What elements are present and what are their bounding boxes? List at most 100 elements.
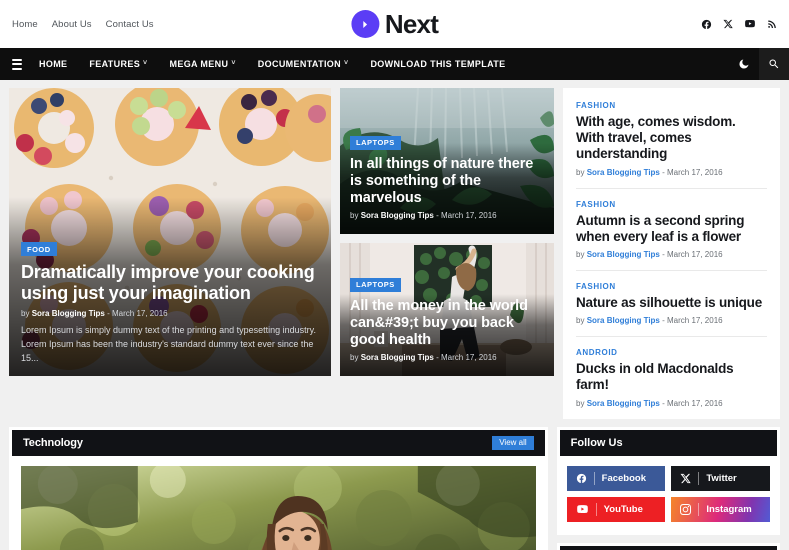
x-twitter-icon[interactable] [723,19,733,29]
featured-post-meta: by Sora Blogging Tips - March 17, 2016 [21,309,319,318]
secondary-by-label-2: by [350,353,359,362]
secondary-post-body-1: LAPTOPS In all things of nature there is… [340,124,554,234]
secondary-post-meta-2: by Sora Blogging Tips - March 17, 2016 [350,353,544,362]
moon-icon[interactable] [729,48,759,80]
secondary-meta-separator-1: - [436,211,439,220]
featured-post-card[interactable]: FOOD Dramatically improve your cooking u… [9,88,331,376]
secondary-by-label-1: by [350,211,359,220]
top-nav: Home About Us Contact Us [12,19,154,30]
post-category-4[interactable]: ANDROID [576,348,767,357]
post-title-1[interactable]: With age, comes wisdom. With travel, com… [576,114,767,163]
post-author-2[interactable]: Sora Blogging Tips [587,250,660,259]
search-icon[interactable] [759,48,789,80]
x-twitter-icon [680,473,691,484]
secondary-category-badge-2[interactable]: LAPTOPS [350,277,401,292]
post-date-2: March 17, 2016 [667,249,723,259]
nav-item-download-label: DOWNLOAD THIS TEMPLATE [370,59,506,69]
facebook-icon[interactable] [701,19,712,30]
logo-text: Next [384,9,439,39]
technology-section-header: Technology View all [12,429,545,456]
secondary-post-title-2[interactable]: All the money in the world can&#39;t buy… [350,298,544,349]
nav-item-documentation-label: DOCUMENTATION [257,59,341,69]
featured-date: March 17, 2016 [112,309,168,319]
top-nav-item-home[interactable]: Home [12,19,38,30]
post-by-label-4: by [576,398,585,408]
post-title-3[interactable]: Nature as silhouette is unique [576,295,767,311]
rss-icon[interactable] [767,19,777,29]
secondary-post-card-2[interactable]: LAPTOPS All the money in the world can&#… [340,243,554,376]
youtube-icon [576,503,589,516]
nav-item-download-this-template[interactable]: DOWNLOAD THIS TEMPLATE [359,48,516,80]
follow-us-title: Follow Us [570,436,623,449]
technology-section-title: Technology [23,436,83,449]
twitter-follow-button[interactable]: Twitter [671,465,770,491]
hamburger-menu-icon[interactable] [6,58,28,70]
list-item[interactable]: ANDROID Ducks in old Macdonalds farm! by… [576,337,767,418]
featured-post-title[interactable]: Dramatically improve your cooking using … [21,262,319,304]
youtube-follow-button[interactable]: YouTube [566,496,666,522]
nav-item-features[interactable]: FEATURES ˅ [78,48,158,80]
post-meta-4: by Sora Blogging Tips - March 17, 2016 [576,399,767,408]
list-item[interactable]: FASHION Autumn is a second spring when e… [576,189,767,271]
nav-links: HOME FEATURES ˅ MEGA MENU ˅ DOCUMENTATION ˅… [28,48,516,80]
post-category-3[interactable]: FASHION [576,282,767,291]
top-social-links [701,18,777,30]
post-category-1[interactable]: FASHION [576,101,767,110]
list-item[interactable]: FASHION With age, comes wisdom. With tra… [576,90,767,189]
view-all-button[interactable]: View all [492,435,534,450]
post-meta-separator-3: - [662,316,665,326]
instagram-button-label: Instagram [706,503,752,515]
chevron-down-icon: ˅ [143,60,148,67]
nav-item-features-label: FEATURES [89,59,141,69]
featured-category-badge[interactable]: FOOD [21,242,57,257]
featured-by-label: by [21,309,30,319]
secondary-post-meta-1: by Sora Blogging Tips - March 17, 2016 [350,211,544,220]
page-root: Home About Us Contact Us Next HOME FEATU… [0,0,789,550]
secondary-post-body-2: LAPTOPS All the money in the world can&#… [340,266,554,376]
post-category-2[interactable]: FASHION [576,200,767,209]
instagram-icon [680,503,692,515]
facebook-icon [576,473,587,484]
post-author-1[interactable]: Sora Blogging Tips [587,168,660,177]
nav-item-mega-menu-label: MEGA MENU [169,59,229,69]
featured-author[interactable]: Sora Blogging Tips [32,309,105,318]
post-meta-separator-1: - [662,167,665,177]
secondary-post-title-1[interactable]: In all things of nature there is somethi… [350,156,544,207]
post-meta-separator-4: - [662,398,665,408]
popular-posts-widget: Popular Posts [556,542,780,550]
twitter-button-divider [698,471,700,485]
post-author-3[interactable]: Sora Blogging Tips [587,316,660,325]
chevron-down-icon: ˅ [344,60,349,67]
post-date-4: March 17, 2016 [667,398,723,408]
facebook-follow-button[interactable]: Facebook [566,465,666,491]
nav-item-home[interactable]: HOME [28,48,78,80]
top-nav-item-contact-us[interactable]: Contact Us [106,19,154,30]
post-title-2[interactable]: Autumn is a second spring when every lea… [576,213,767,245]
top-nav-item-about-us[interactable]: About Us [52,19,92,30]
post-title-4[interactable]: Ducks in old Macdonalds farm! [576,361,767,393]
site-logo[interactable]: Next [350,9,439,39]
facebook-button-label: Facebook [601,472,646,484]
secondary-author-1[interactable]: Sora Blogging Tips [361,211,434,220]
technology-post-image[interactable] [21,465,536,550]
post-meta-2: by Sora Blogging Tips - March 17, 2016 [576,250,767,259]
post-meta-1: by Sora Blogging Tips - March 17, 2016 [576,168,767,177]
main-navigation: HOME FEATURES ˅ MEGA MENU ˅ DOCUMENTATION ˅… [0,48,789,80]
nav-item-documentation[interactable]: DOCUMENTATION ˅ [247,48,360,80]
post-list: FASHION With age, comes wisdom. With tra… [563,88,780,419]
featured-post-snippet: Lorem Ipsum is simply dummy text of the … [21,325,316,364]
instagram-follow-button[interactable]: Instagram [671,496,770,522]
post-author-4[interactable]: Sora Blogging Tips [587,399,660,408]
secondary-category-badge-1[interactable]: LAPTOPS [350,135,401,150]
secondary-author-2[interactable]: Sora Blogging Tips [361,353,434,362]
post-meta-3: by Sora Blogging Tips - March 17, 2016 [576,316,767,325]
instagram-button-divider [698,502,700,516]
nav-item-mega-menu[interactable]: MEGA MENU ˅ [159,48,247,80]
youtube-icon[interactable] [744,18,756,30]
list-item[interactable]: FASHION Nature as silhouette is unique b… [576,271,767,338]
chevron-down-icon: ˅ [231,60,236,67]
content-area: FOOD Dramatically improve your cooking u… [0,80,789,419]
secondary-post-card-1[interactable]: LAPTOPS In all things of nature there is… [340,88,554,234]
popular-posts-header: Popular Posts [559,545,777,550]
featured-meta-separator: - [107,309,110,319]
